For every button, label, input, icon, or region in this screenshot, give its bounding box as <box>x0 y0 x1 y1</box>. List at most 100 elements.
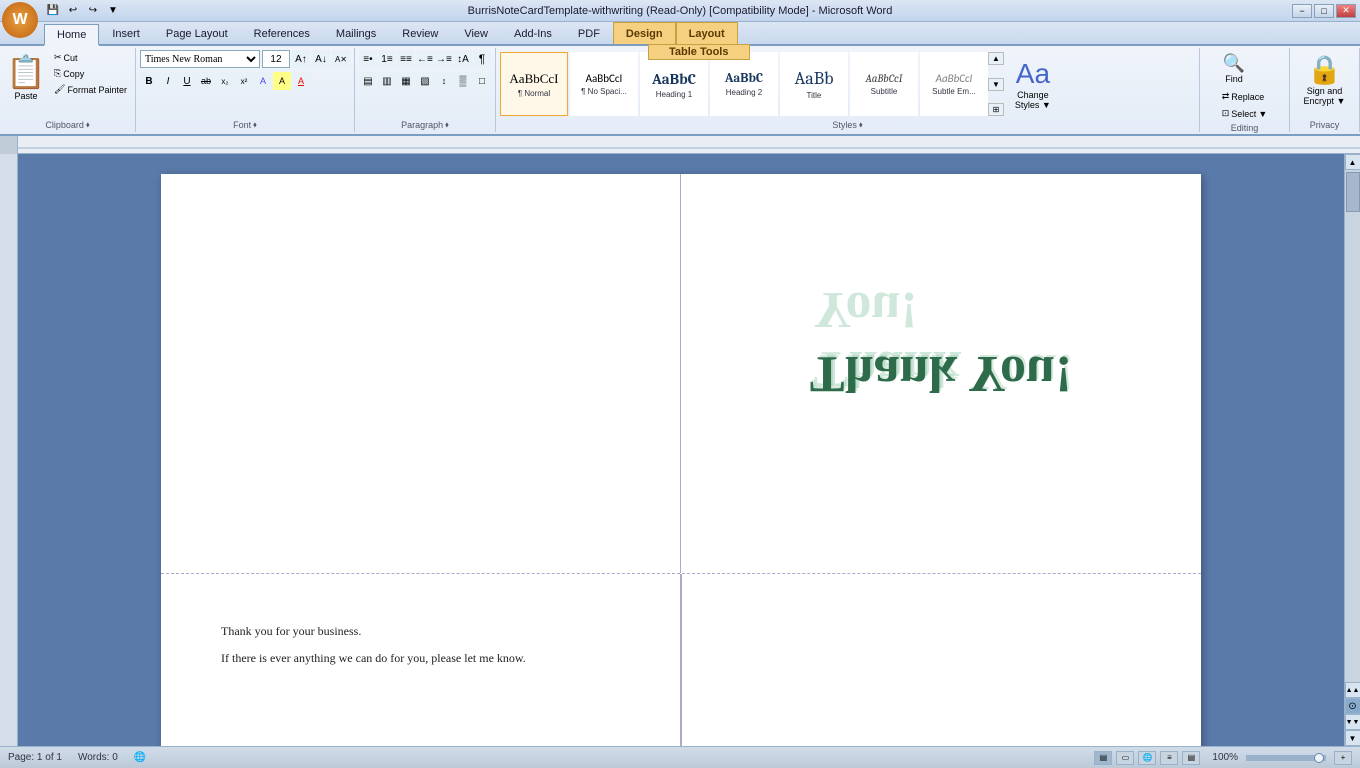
bullets-button[interactable]: ≡• <box>359 50 377 68</box>
text-effects-button[interactable]: A <box>254 72 272 90</box>
replace-button[interactable]: ⇄ Replace <box>1218 89 1269 104</box>
save-quick-btn[interactable]: 💾 <box>44 2 62 20</box>
tab-view[interactable]: View <box>451 22 501 44</box>
paragraph-expand[interactable]: ⬧ <box>445 120 449 130</box>
line-spacing-button[interactable]: ↕ <box>435 72 453 90</box>
multilevel-button[interactable]: ≡≡ <box>397 50 415 68</box>
outline-view-btn[interactable]: ≡ <box>1160 751 1178 765</box>
scroll-top-button[interactable]: ▲▲ <box>1345 682 1360 698</box>
font-expand[interactable]: ⬧ <box>253 120 257 130</box>
draft-view-btn[interactable]: ▤ <box>1182 751 1200 765</box>
select-browse-button[interactable]: ⊙ <box>1345 698 1360 714</box>
font-clear-button[interactable]: A✕ <box>332 50 350 68</box>
window-title: BurrisNoteCardTemplate-withwriting (Read… <box>468 5 893 17</box>
underline-button[interactable]: U <box>178 72 196 90</box>
style-subtle[interactable]: AaBbCcI Subtle Em... <box>920 52 988 116</box>
copy-icon: ⎘ <box>54 68 61 79</box>
styles-expand[interactable]: ⬧ <box>859 120 863 130</box>
cut-button[interactable]: ✂ Cut <box>50 50 131 65</box>
show-hide-button[interactable]: ¶ <box>473 50 491 68</box>
subscript-button[interactable]: x₂ <box>216 72 234 90</box>
font-grow-button[interactable]: A↑ <box>292 50 310 68</box>
font-shrink-button[interactable]: A↓ <box>312 50 330 68</box>
italic-button[interactable]: I <box>159 72 177 90</box>
highlight-button[interactable]: A <box>273 72 291 90</box>
style-heading1[interactable]: AaBbC Heading 1 <box>640 52 708 116</box>
tab-add-ins[interactable]: Add-Ins <box>501 22 565 44</box>
zoom-slider[interactable] <box>1246 755 1326 761</box>
numbering-button[interactable]: 1≡ <box>378 50 396 68</box>
body-text-2: If there is ever anything we can do for … <box>221 651 620 666</box>
decrease-indent-button[interactable]: ←≡ <box>416 50 434 68</box>
web-layout-view-btn[interactable]: 🌐 <box>1138 751 1156 765</box>
tab-pdf[interactable]: PDF <box>565 22 613 44</box>
style-subtle-preview: AaBbCcI <box>936 72 973 85</box>
print-layout-view-btn[interactable]: ▤ <box>1094 751 1112 765</box>
styles-more[interactable]: ⊞ <box>988 103 1004 116</box>
office-button[interactable]: W <box>2 2 38 38</box>
align-right-button[interactable]: ▦ <box>397 72 415 90</box>
page-top: Thank You! Thank You! <box>161 174 1201 574</box>
style-heading2[interactable]: AaBbC Heading 2 <box>710 52 778 116</box>
maximize-btn[interactable]: □ <box>1314 4 1334 18</box>
justify-button[interactable]: ▧ <box>416 72 434 90</box>
style-h2-label: Heading 2 <box>726 88 762 97</box>
change-styles-button[interactable]: Aa ChangeStyles ▼ <box>1008 56 1058 112</box>
customize-quick-btn[interactable]: ▼ <box>104 2 122 20</box>
format-painter-button[interactable]: 🖌 Format Painter <box>50 82 131 97</box>
find-button[interactable]: 🔍 Find <box>1218 50 1250 87</box>
full-screen-view-btn[interactable]: ▭ <box>1116 751 1134 765</box>
select-button[interactable]: ⊡ Select ▼ <box>1218 106 1271 121</box>
thank-you-text: Thank You! <box>810 345 1073 402</box>
styles-scroll-down[interactable]: ▼ <box>988 78 1004 91</box>
sign-encrypt-button[interactable]: 🔒 Sign andEncrypt ▼ <box>1299 50 1351 109</box>
document-area[interactable]: Thank You! Thank You! Thank you for your… <box>18 154 1344 746</box>
font-color-button[interactable]: A <box>292 72 310 90</box>
undo-quick-btn[interactable]: ↩ <box>64 2 82 20</box>
scroll-up-button[interactable]: ▲ <box>1345 154 1360 170</box>
tab-page-layout[interactable]: Page Layout <box>153 22 241 44</box>
style-subtitle[interactable]: AaBbCcI Subtitle <box>850 52 918 116</box>
tab-home[interactable]: Home <box>44 24 99 46</box>
scroll-down-button[interactable]: ▼ <box>1345 730 1360 746</box>
styles-scroll-up[interactable]: ▲ <box>988 52 1004 65</box>
font-group: Times New Roman A↑ A↓ A✕ B I U ab x₂ x² … <box>136 48 355 132</box>
copy-button[interactable]: ⎘ Copy <box>50 66 131 81</box>
tab-references[interactable]: References <box>241 22 323 44</box>
minimize-btn[interactable]: − <box>1292 4 1312 18</box>
tab-mailings[interactable]: Mailings <box>323 22 389 44</box>
status-bar: Page: 1 of 1 Words: 0 🌐 ▤ ▭ 🌐 ≡ ▤ 100% + <box>0 746 1360 768</box>
sign-encrypt-icon: 🔒 <box>1307 53 1342 86</box>
superscript-button[interactable]: x² <box>235 72 253 90</box>
paste-button[interactable]: 📋 Paste <box>4 50 48 110</box>
horizontal-ruler <box>18 136 1360 153</box>
sort-button[interactable]: ↕A <box>454 50 472 68</box>
align-center-button[interactable]: ▥ <box>378 72 396 90</box>
align-left-button[interactable]: ▤ <box>359 72 377 90</box>
paragraph-label: Paragraph <box>401 120 443 130</box>
bold-button[interactable]: B <box>140 72 158 90</box>
tab-layout[interactable]: Layout <box>676 22 738 44</box>
borders-button[interactable]: □ <box>473 72 491 90</box>
scroll-thumb[interactable] <box>1346 172 1360 212</box>
scroll-bottom-button[interactable]: ▼▼ <box>1345 714 1360 730</box>
tab-review[interactable]: Review <box>389 22 451 44</box>
zoom-in-btn[interactable]: + <box>1334 751 1352 765</box>
font-name-select[interactable]: Times New Roman <box>140 50 260 68</box>
zoom-thumb[interactable] <box>1314 753 1324 763</box>
tab-insert[interactable]: Insert <box>99 22 153 44</box>
style-title[interactable]: AaBb Title <box>780 52 848 116</box>
font-size-input[interactable] <box>262 50 290 68</box>
shading-button[interactable]: ▒ <box>454 72 472 90</box>
close-btn[interactable]: ✕ <box>1336 4 1356 18</box>
clipboard-group: 📋 Paste ✂ Cut ⎘ Copy 🖌 Format Painter C <box>0 48 136 132</box>
strikethrough-button[interactable]: ab <box>197 72 215 90</box>
style-no-spacing[interactable]: AaBbCcI ¶ No Spaci... <box>570 52 638 116</box>
styles-label: Styles <box>832 120 857 130</box>
page-status: Page: 1 of 1 <box>8 752 62 763</box>
increase-indent-button[interactable]: →≡ <box>435 50 453 68</box>
style-normal[interactable]: AaBbCcI ¶ Normal <box>500 52 568 116</box>
tab-design[interactable]: Design <box>613 22 676 44</box>
clipboard-expand[interactable]: ⬧ <box>86 120 90 130</box>
redo-quick-btn[interactable]: ↪ <box>84 2 102 20</box>
